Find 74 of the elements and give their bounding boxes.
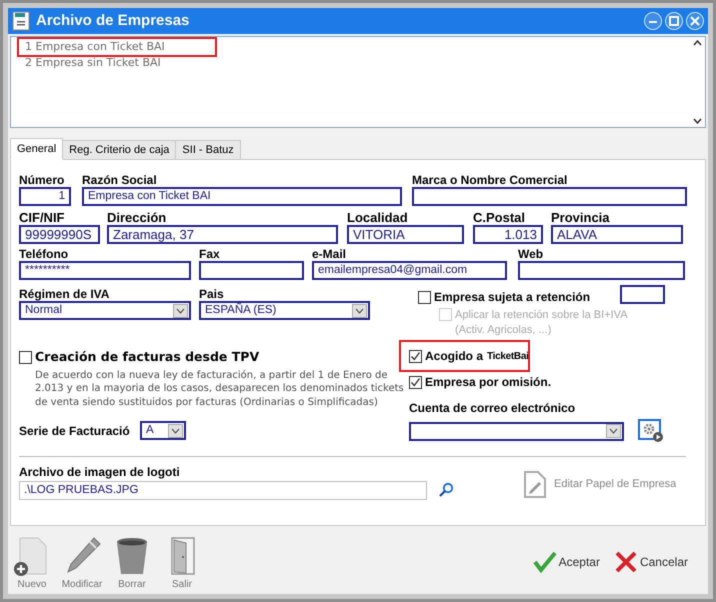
checkbox-label: Aplicar la retención sobre la BI+IVA (Activ. Agricolas, ...) (455, 308, 628, 338)
input-field[interactable] (412, 187, 687, 206)
checkbox-label: Acogido a (425, 348, 484, 365)
settings-button[interactable] (638, 419, 664, 443)
maximize-button[interactable] (665, 12, 683, 30)
chevron-down-icon (173, 304, 188, 318)
field-label: Provincia (551, 210, 611, 225)
input-field[interactable] (518, 261, 685, 280)
dropdown[interactable] (409, 422, 624, 440)
chevron-down-icon (352, 304, 367, 318)
dropdown[interactable]: ESPAÑA (ES) (199, 301, 370, 320)
input-field[interactable]: VITORIA (347, 225, 464, 244)
field-label: Cuenta de correo electrónico (409, 400, 576, 417)
toolbar-button[interactable]: Salir (164, 536, 200, 592)
list-item[interactable]: 1 Empresa con Ticket BAI (19, 39, 215, 55)
close-button[interactable] (686, 12, 704, 30)
checkmark-icon (532, 550, 557, 574)
search-icon[interactable] (438, 482, 454, 498)
tab[interactable]: General (10, 138, 64, 160)
field-label: C.Postal (473, 210, 526, 225)
checkbox-label: Empresa sujeta a retención (434, 289, 590, 306)
scroll-down-icon (693, 117, 702, 125)
toolbar-button[interactable]: Nuevo (14, 536, 50, 592)
toolbar-button[interactable]: Modificar (64, 536, 100, 592)
checkbox[interactable] (19, 350, 32, 364)
app-icon (12, 11, 30, 31)
input-field[interactable]: Zaramaga, 37 (107, 225, 338, 244)
field-label: e-Mail (312, 248, 348, 261)
input-field[interactable]: ALAVA (551, 225, 683, 244)
document-pencil-icon (524, 471, 546, 498)
checkbox[interactable] (409, 376, 422, 388)
tab[interactable]: Reg. Criterio de caja (62, 140, 176, 160)
input-field[interactable]: Empresa con Ticket BAI (82, 187, 402, 206)
brand-label: TicketBai (487, 350, 529, 364)
input-field[interactable]: .\LOG PRUEBAS.JPG (19, 481, 427, 500)
field-label: Marca o Nombre Comercial (412, 174, 568, 187)
checkbox[interactable] (418, 290, 431, 304)
input-field[interactable]: 1.013 (473, 225, 543, 244)
field-label: Localidad (347, 210, 409, 225)
company-list[interactable]: 1 Empresa con Ticket BAI 2 Empresa sin Ticket BAI (10, 36, 706, 128)
toolbar-button[interactable]: Borrar (114, 536, 150, 592)
input-field[interactable]: 1 (19, 187, 71, 206)
minimize-button[interactable] (644, 12, 662, 30)
field-label: Dirección (107, 210, 168, 225)
field-label: Número (19, 174, 66, 187)
field-label: Pais (199, 288, 225, 301)
input-field[interactable]: emailempresa04@gmail.com (312, 261, 507, 280)
field-label: Razón Social (82, 174, 158, 187)
dropdown[interactable]: A (140, 421, 186, 440)
description-text: De acuerdo con la nueva ley de facturación, a partir del 1 de Enero de 2.013 y en la mayoria de los casos, desaparecen los denominados tickets de venta siendo sustituidos por facturas (Ordinarias o Simplificadas) (35, 368, 405, 410)
field-label: Serie de Facturació (19, 422, 129, 440)
action-button[interactable]: Cancelar (614, 550, 688, 574)
input-field[interactable]: 99999990S (19, 225, 100, 244)
field-label: Régimen de IVA (19, 288, 110, 301)
dropdown[interactable]: Normal (19, 301, 191, 320)
checkbox-label: Empresa por omisión. (425, 374, 552, 391)
chevron-down-icon (606, 424, 621, 438)
field-label: Teléfono (19, 248, 70, 261)
input-field[interactable]: ********** (19, 261, 191, 280)
scroll-up-icon (693, 39, 702, 47)
field-label: Archivo de imagen de logoti (19, 466, 181, 479)
field-label: CIF/NIF (19, 210, 66, 225)
cross-icon (614, 550, 638, 574)
list-item[interactable]: 2 Empresa sin Ticket BAI (19, 55, 167, 71)
input-field[interactable] (199, 261, 304, 280)
field-label: Fax (199, 248, 221, 261)
action-button[interactable]: Aceptar (532, 550, 600, 574)
chevron-down-icon (168, 424, 183, 438)
input-field[interactable] (620, 285, 666, 304)
window-title: Archivo de Empresas (36, 10, 190, 31)
tab[interactable]: SII - Batuz (175, 140, 241, 160)
checkbox[interactable] (409, 350, 422, 362)
checkbox-label: Creación de facturas desde TPV (35, 348, 260, 366)
field-label: Web (518, 248, 544, 261)
